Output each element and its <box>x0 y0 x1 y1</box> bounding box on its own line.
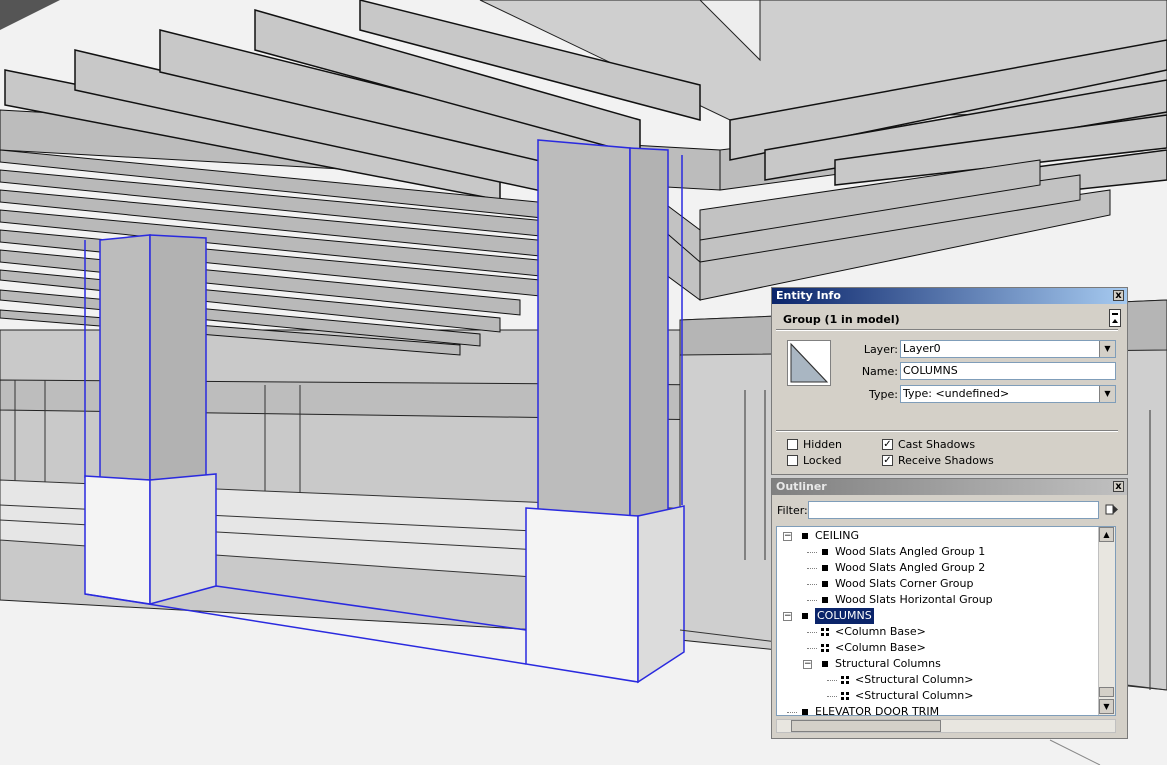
tree-row-label: <Column Base> <box>835 625 926 638</box>
group-icon <box>802 613 808 619</box>
tree-connector <box>787 712 797 713</box>
tree-row-label: Wood Slats Angled Group 1 <box>835 545 986 558</box>
receive-shadows-label: Receive Shadows <box>898 454 994 467</box>
component-icon <box>841 676 849 684</box>
tree-row-label: CEILING <box>815 529 859 542</box>
component-icon <box>821 628 829 636</box>
outliner-scrollbar[interactable]: ▲ ▼ <box>1098 527 1115 715</box>
hidden-checkbox[interactable] <box>787 439 798 450</box>
hidden-label: Hidden <box>803 438 843 451</box>
tree-row[interactable]: Wood Slats Horizontal Group <box>777 592 1099 608</box>
outliner-close-button[interactable]: x <box>1113 481 1124 492</box>
name-value: COLUMNS <box>903 364 958 377</box>
tree-row-label: Wood Slats Corner Group <box>835 577 974 590</box>
tree-connector <box>827 680 837 681</box>
group-icon <box>822 597 828 603</box>
filter-input[interactable] <box>808 501 1099 519</box>
tree-row[interactable]: − CEILING <box>777 528 1099 544</box>
cast-shadows-label: Cast Shadows <box>898 438 976 451</box>
tree-row[interactable]: <Structural Column> <box>777 672 1099 688</box>
locked-label: Locked <box>803 454 842 467</box>
tree-connector <box>807 584 817 585</box>
tree-row-label: <Column Base> <box>835 641 926 654</box>
name-label: Name: <box>861 365 898 378</box>
chevron-down-icon[interactable]: ▼ <box>1099 341 1115 357</box>
hscroll-thumb[interactable] <box>791 720 941 732</box>
component-icon <box>841 692 849 700</box>
tree-row[interactable]: Wood Slats Angled Group 1 <box>777 544 1099 560</box>
entity-info-header: Group (1 in model) <box>783 313 900 326</box>
entity-info-close-button[interactable]: x <box>1113 290 1124 301</box>
tree-row-label: Structural Columns <box>835 657 941 670</box>
component-icon <box>821 644 829 652</box>
tree-connector <box>827 696 837 697</box>
outliner-panel: Outliner x Filter: ▲ ▼ − CEILING Wood Slat… <box>771 478 1128 739</box>
collapse-toggle-icon[interactable]: − <box>803 660 812 669</box>
layer-value: Layer0 <box>903 342 941 355</box>
scroll-up-icon[interactable]: ▲ <box>1099 527 1114 542</box>
group-icon <box>822 581 828 587</box>
collapse-toggle-icon[interactable]: − <box>783 612 792 621</box>
outliner-hscroll[interactable] <box>776 719 1116 733</box>
group-icon <box>822 565 828 571</box>
tree-row-label: <Structural Column> <box>855 673 974 686</box>
tree-connector <box>807 568 817 569</box>
filter-label: Filter: <box>777 504 808 517</box>
scroll-thumb[interactable] <box>1099 687 1114 697</box>
chevron-down-icon[interactable]: ▼ <box>1099 386 1115 402</box>
scroll-down-icon[interactable]: ▼ <box>1099 699 1114 714</box>
separator <box>776 329 1118 331</box>
separator <box>776 430 1118 432</box>
tree-row[interactable]: Wood Slats Corner Group <box>777 576 1099 592</box>
tree-connector <box>807 632 817 633</box>
tree-row[interactable]: <Column Base> <box>777 624 1099 640</box>
group-icon <box>822 661 828 667</box>
layer-select[interactable]: Layer0 ▼ <box>900 340 1116 358</box>
tree-row-label: <Structural Column> <box>855 689 974 702</box>
tree-connector <box>807 648 817 649</box>
tree-row[interactable]: ELEVATOR DOOR TRIM <box>777 704 1099 716</box>
tree-row-label: ELEVATOR DOOR TRIM <box>815 705 940 716</box>
outliner-titlebar[interactable]: Outliner x <box>772 479 1127 495</box>
entity-info-panel: Entity Info x Group (1 in model) Layer: … <box>771 287 1128 475</box>
type-select[interactable]: Type: <undefined> ▼ <box>900 385 1116 403</box>
entity-info-title: Entity Info <box>776 289 841 302</box>
type-value: Type: <undefined> <box>903 387 1010 400</box>
tree-row-label: COLUMNS <box>815 608 874 624</box>
tree-row-label: Wood Slats Horizontal Group <box>835 593 993 606</box>
type-label: Type: <box>869 388 898 401</box>
receive-shadows-checkbox[interactable]: ✓ <box>882 455 893 466</box>
tree-connector <box>807 552 817 553</box>
tree-row-label: Wood Slats Angled Group 2 <box>835 561 986 574</box>
details-arrow-icon[interactable] <box>1105 503 1119 517</box>
tree-row[interactable]: − COLUMNS <box>777 608 1099 624</box>
tree-row[interactable]: <Column Base> <box>777 640 1099 656</box>
cast-shadows-checkbox[interactable]: ✓ <box>882 439 893 450</box>
layer-label: Layer: <box>863 343 898 356</box>
group-thumbnail-icon <box>787 340 831 386</box>
tree-row[interactable]: Wood Slats Angled Group 2 <box>777 560 1099 576</box>
collapse-toggle-icon[interactable]: − <box>783 532 792 541</box>
tree-row[interactable]: − Structural Columns <box>777 656 1099 672</box>
tree-row[interactable]: <Structural Column> <box>777 688 1099 704</box>
tree-connector <box>807 600 817 601</box>
group-icon <box>822 549 828 555</box>
collapse-icon[interactable] <box>1109 309 1121 327</box>
entity-info-titlebar[interactable]: Entity Info x <box>772 288 1127 304</box>
outliner-tree[interactable]: ▲ ▼ − CEILING Wood Slats Angled Group 1 Woo… <box>776 526 1116 716</box>
locked-checkbox[interactable] <box>787 455 798 466</box>
group-icon <box>802 709 808 715</box>
outliner-title: Outliner <box>776 480 827 493</box>
name-field[interactable]: COLUMNS <box>900 362 1116 380</box>
group-icon <box>802 533 808 539</box>
